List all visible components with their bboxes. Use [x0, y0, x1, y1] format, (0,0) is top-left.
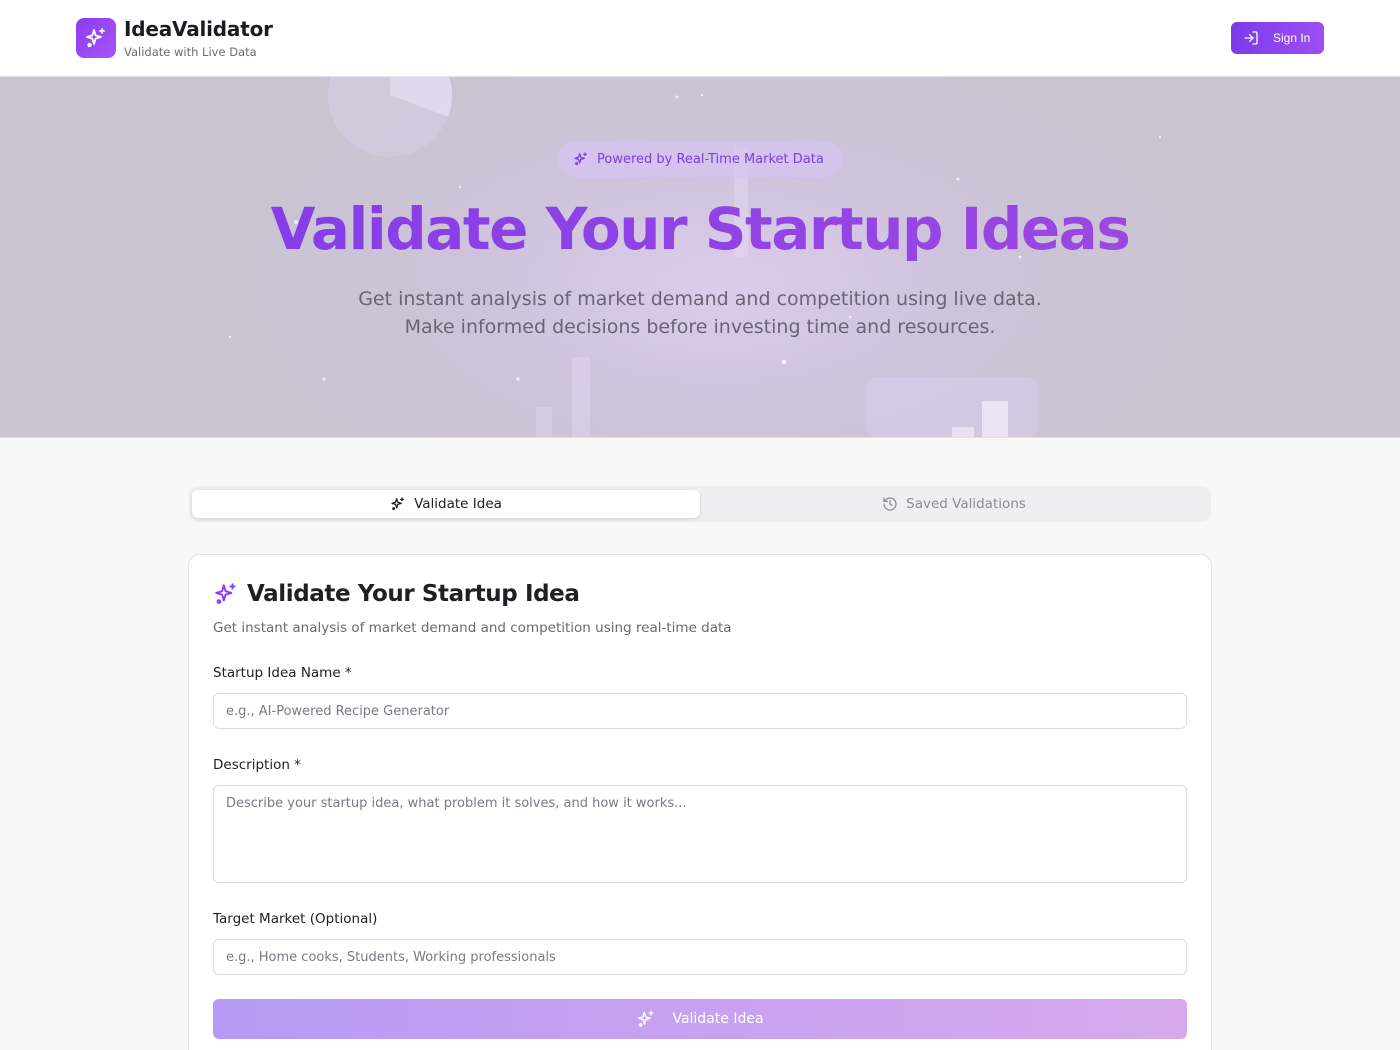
log-in-icon [1244, 31, 1258, 45]
sparkles-icon [86, 28, 105, 48]
target-market-label: Target Market (Optional) [213, 911, 378, 927]
tab-label: Validate Idea [414, 496, 502, 512]
tab-saved-validations[interactable]: Saved Validations [700, 490, 1208, 518]
hero-badge-text: Powered by Real-Time Market Data [597, 151, 824, 167]
sparkles-icon [638, 1010, 654, 1027]
sparkles-icon [391, 497, 405, 511]
logo[interactable] [76, 18, 116, 58]
card-title: Validate Your Startup Idea [247, 581, 580, 607]
hero-subtitle-line-2: Make informed decisions before investing… [404, 316, 996, 338]
hero-section: Powered by Real-Time Market Data Validat… [0, 77, 1400, 438]
startup-name-label: Startup Idea Name * [213, 665, 352, 681]
hero-subtitle: Get instant analysis of market demand an… [0, 285, 1400, 341]
startup-name-input[interactable] [213, 693, 1187, 729]
history-icon [883, 497, 897, 511]
target-market-input[interactable] [213, 939, 1187, 975]
sign-in-label: Sign In [1273, 31, 1311, 45]
brand-tagline: Validate with Live Data [124, 45, 257, 59]
tab-validate-idea[interactable]: Validate Idea [192, 490, 700, 518]
description-textarea[interactable] [213, 785, 1187, 883]
tab-bar: Validate Idea Saved Validations [189, 486, 1211, 522]
card-header: Validate Your Startup Idea [213, 581, 580, 607]
validate-idea-button[interactable]: Validate Idea [213, 999, 1187, 1039]
sparkles-icon [574, 152, 587, 166]
validate-idea-label: Validate Idea [672, 1011, 764, 1027]
tab-label: Saved Validations [906, 496, 1026, 512]
hero-title: Validate Your Startup Ideas [0, 195, 1400, 263]
sign-in-button[interactable]: Sign In [1231, 22, 1324, 54]
hero-badge: Powered by Real-Time Market Data [557, 141, 843, 177]
card-description: Get instant analysis of market demand an… [213, 620, 732, 636]
sparkles-icon [215, 583, 236, 604]
top-header: IdeaValidator Validate with Live Data Si… [0, 0, 1400, 77]
brand-name[interactable]: IdeaValidator [124, 17, 273, 41]
hero-subtitle-line-1: Get instant analysis of market demand an… [358, 288, 1042, 310]
validate-form-card: Validate Your Startup Idea Get instant a… [188, 554, 1212, 1050]
description-label: Description * [213, 757, 301, 773]
